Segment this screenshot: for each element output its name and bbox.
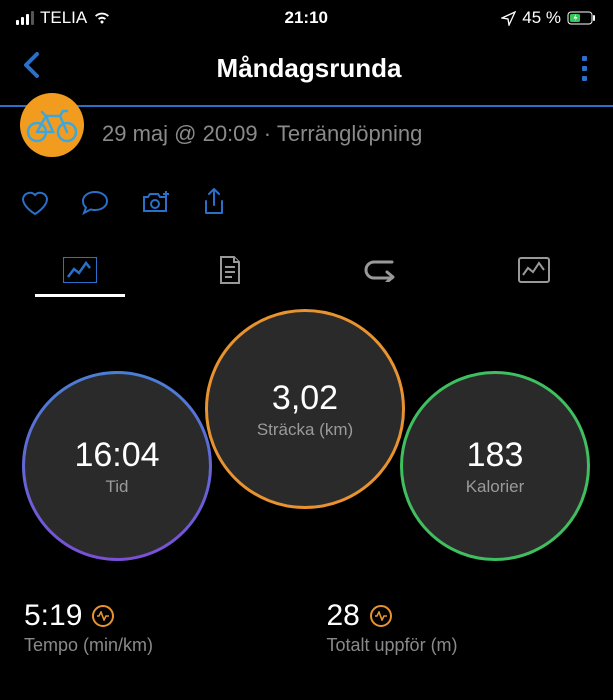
stats-icon [63,257,97,283]
tab-stats[interactable] [45,249,115,297]
notes-icon [217,255,243,285]
activity-meta-text: 29 maj @ 20:09 · Terränglöpning [102,121,422,147]
ascent-label: Totalt uppför (m) [327,635,590,656]
battery-icon [567,11,597,25]
distance-label: Sträcka (km) [257,420,353,440]
bike-icon [26,107,78,143]
calories-label: Kalorier [466,477,525,497]
tab-charts[interactable] [500,249,568,297]
circle-distance[interactable]: 3,02 Sträcka (km) [205,309,405,509]
header: Måndagsrunda [0,36,613,107]
meta-separator: · [264,121,271,146]
battery-pct: 45 % [522,8,561,28]
pulse-icon [370,605,392,627]
activity-datetime: 29 maj @ 20:09 [102,121,258,146]
pulse-icon [92,605,114,627]
pace-label: Tempo (min/km) [24,635,287,656]
bottom-stats: 5:19 Tempo (min/km) 28 Totalt uppför (m) [0,581,613,656]
distance-value: 3,02 [272,379,338,418]
status-bar: TELIA 21:10 45 % [0,0,613,36]
charts-icon [518,257,550,283]
tabs [0,235,613,299]
share-button[interactable] [202,187,226,217]
heart-icon [20,189,50,216]
comment-button[interactable] [80,189,110,216]
stat-pace[interactable]: 5:19 Tempo (min/km) [24,599,287,656]
action-row [0,171,613,235]
summary-circles: 16:04 Tid 3,02 Sträcka (km) 183 Kalorier [0,321,613,581]
wifi-icon [93,11,111,25]
status-right: 45 % [501,8,597,28]
activity-type: Terränglöpning [277,121,423,146]
activity-meta: 29 maj @ 20:09 · Terränglöpning [0,107,613,171]
carrier-label: TELIA [40,8,87,28]
comment-icon [80,189,110,216]
time-value: 16:04 [74,436,159,475]
signal-icon [16,11,34,25]
more-menu-button[interactable] [572,52,597,85]
time-label: Tid [106,477,129,497]
camera-icon [140,189,172,216]
pace-value: 5:19 [24,599,82,633]
status-time: 21:10 [285,8,328,28]
calories-value: 183 [467,436,524,475]
tab-notes[interactable] [199,247,261,299]
page-title: Måndagsrunda [217,53,402,84]
like-button[interactable] [20,189,50,216]
tab-laps[interactable] [346,250,416,296]
stat-ascent[interactable]: 28 Totalt uppför (m) [327,599,590,656]
location-icon [501,11,516,26]
circle-calories[interactable]: 183 Kalorier [400,371,590,561]
avatar[interactable] [20,93,84,157]
circle-time[interactable]: 16:04 Tid [22,371,212,561]
camera-button[interactable] [140,189,172,216]
laps-icon [364,258,398,282]
share-icon [202,187,226,217]
status-left: TELIA [16,8,111,28]
back-button[interactable] [16,50,46,87]
ascent-value: 28 [327,599,360,633]
